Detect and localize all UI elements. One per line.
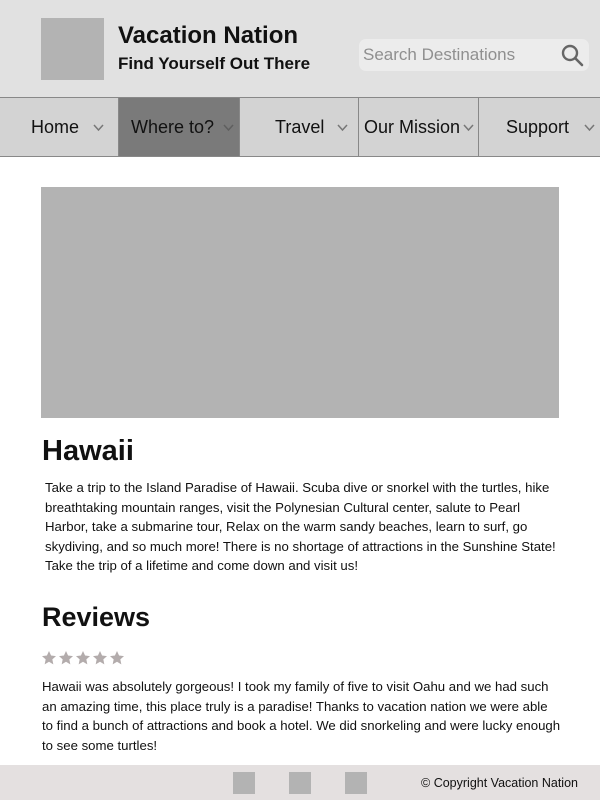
destination-title: Hawaii [42,435,134,467]
social-icon[interactable] [289,772,311,794]
site-title: Vacation Nation [118,22,299,49]
nav-label: Home [31,116,80,137]
star-icon [76,651,90,665]
chevron-down-icon [223,124,234,132]
nav-label: Travel [275,116,325,137]
star-icon [42,651,56,665]
nav-item-home[interactable]: Home [0,98,119,156]
star-icon [93,651,107,665]
nav-item-support[interactable]: Support [479,98,600,156]
chevron-down-icon [337,124,348,132]
chevron-down-icon [584,124,595,132]
social-icon[interactable] [345,772,367,794]
star-rating [41,650,125,666]
nav-item-where-to[interactable]: Where to? [119,98,240,156]
review-text: Hawaii was absolutely gorgeous! I took m… [42,679,561,753]
main-nav: Home Where to? Travel Our Mission Suppor… [0,97,600,157]
reviews-heading: Reviews [42,602,151,632]
nav-item-travel[interactable]: Travel [240,98,359,156]
search-icon[interactable] [560,43,584,67]
site-footer: © Copyright Vacation Nation [0,765,600,800]
search-bar [359,39,589,71]
social-icon[interactable] [233,772,255,794]
nav-item-our-mission[interactable]: Our Mission [359,98,479,156]
search-input[interactable] [363,39,548,71]
site-header: Vacation Nation Find Yourself Out There [0,0,600,97]
nav-label: Where to? [131,116,215,137]
site-tagline: Find Yourself Out There [118,54,311,73]
nav-label: Support [506,116,570,137]
chevron-down-icon [463,124,474,132]
star-icon [110,651,124,665]
destination-description: Take a trip to the Island Paradise of Ha… [45,480,556,574]
copyright-text: © Copyright Vacation Nation [421,776,578,790]
destination-hero-image [41,187,559,418]
nav-label: Our Mission [364,116,461,137]
chevron-down-icon [93,124,104,132]
site-logo[interactable] [41,18,104,80]
star-icon [59,651,73,665]
